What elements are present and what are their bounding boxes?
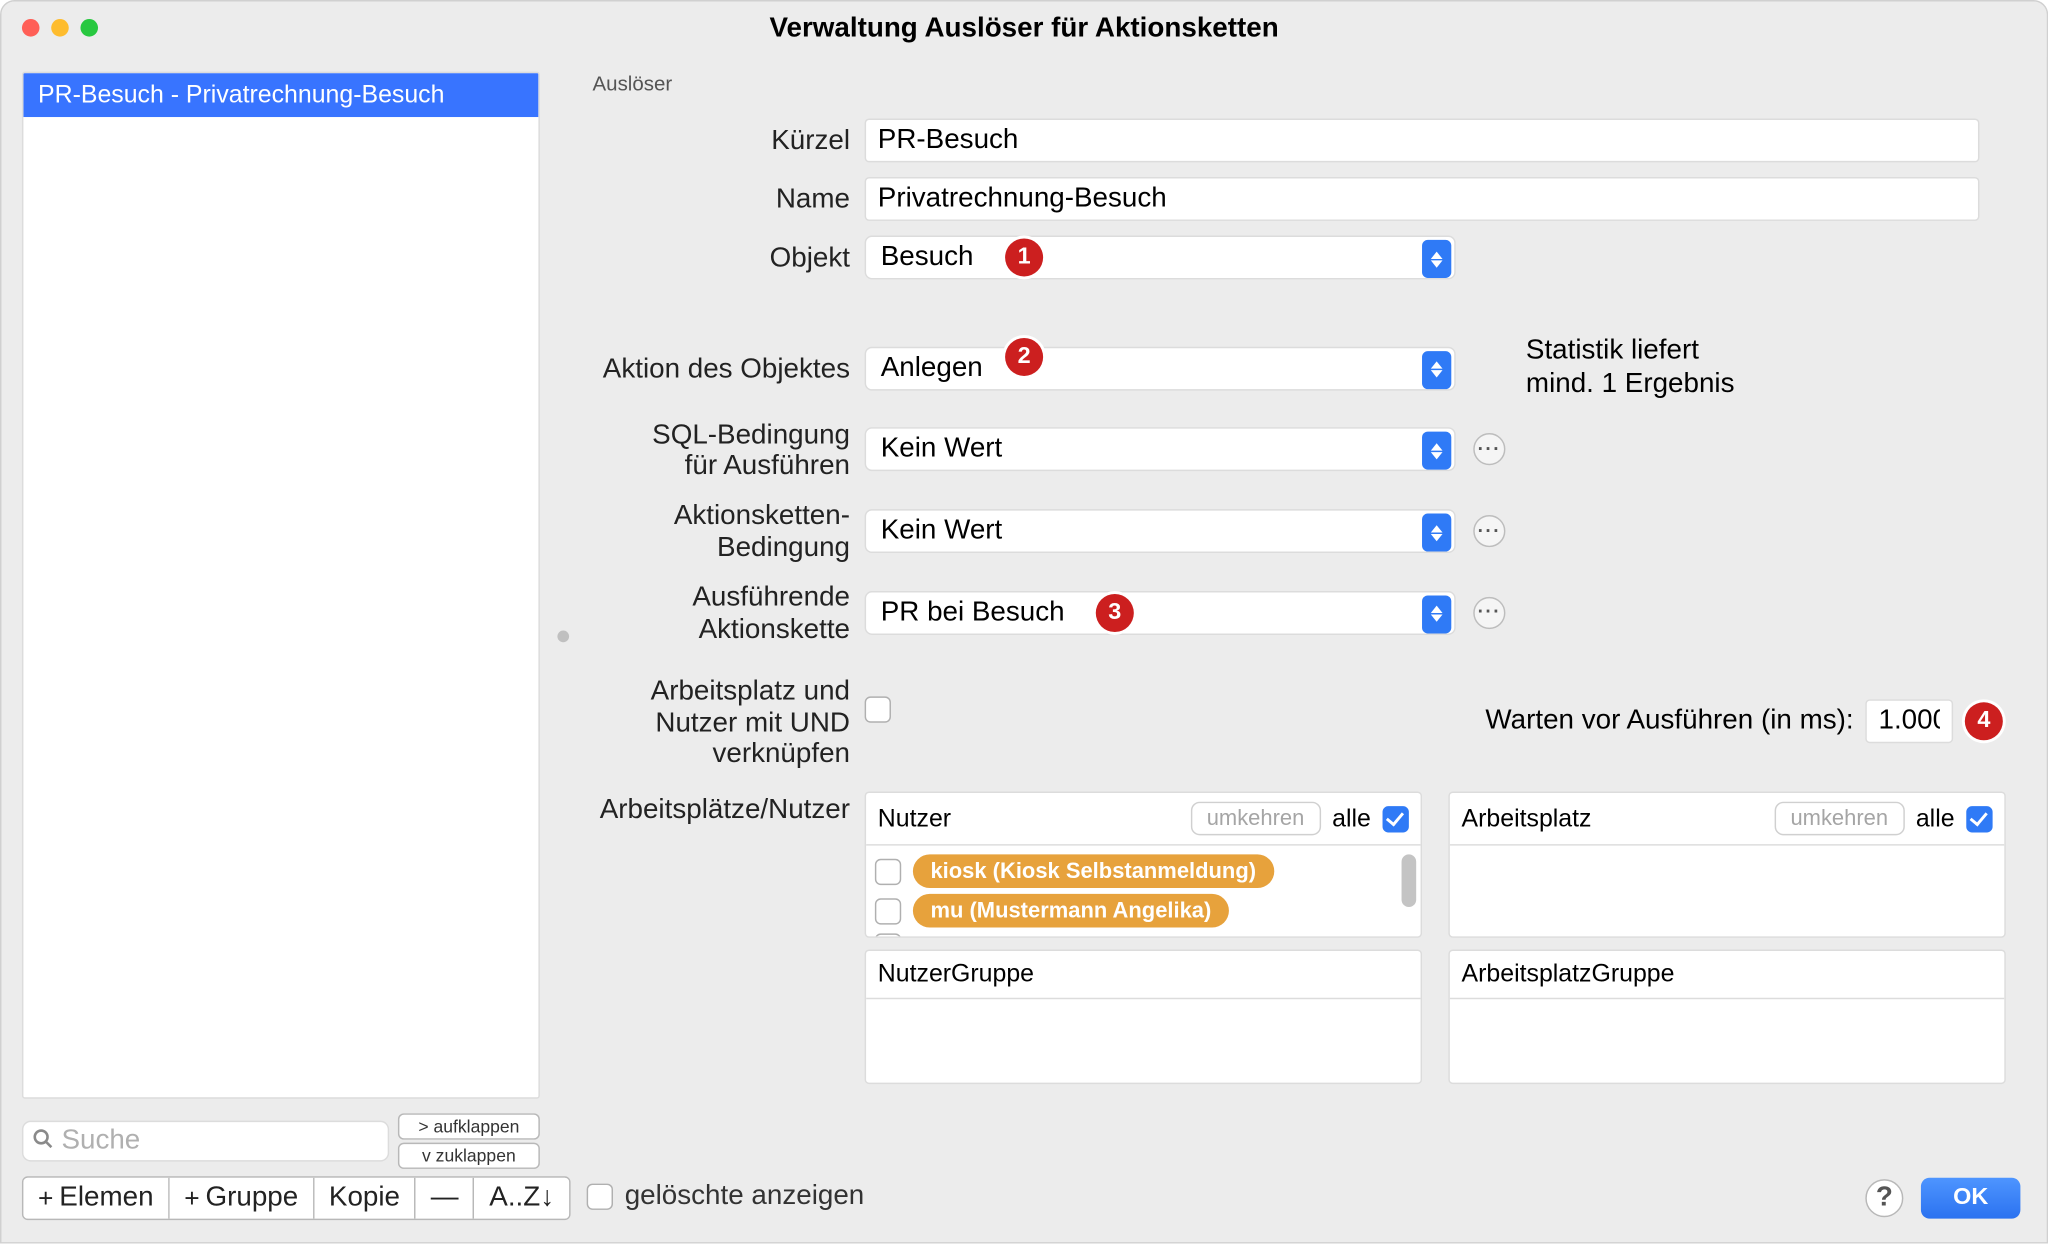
arbeitsplatz-body[interactable] [1450, 846, 2004, 938]
nutzer-all-label: alle [1332, 804, 1371, 833]
label-objekt: Objekt [598, 240, 864, 275]
tree-list[interactable]: PR-Besuch - Privatrechnung-Besuch [22, 72, 540, 1099]
label-ausf: Ausführende Aktionskette [598, 579, 864, 646]
nutzer-gruppe-body[interactable] [866, 998, 1420, 1084]
ok-button[interactable]: OK [1921, 1178, 2020, 1219]
form-panel: Kürzel Name Objekt [587, 104, 2018, 1114]
search-input[interactable]: Suche [22, 1121, 389, 1162]
minimize-icon[interactable] [51, 19, 69, 37]
actionchain-condition-select[interactable]: Kein Wert [865, 509, 1456, 553]
search-placeholder: Suche [61, 1125, 140, 1157]
user-tag: mu (Mustermann Angelika) [913, 894, 1229, 928]
arbeitsplatz-list: Arbeitsplatz umkehren alle [1448, 792, 2005, 938]
sort-button[interactable]: A..Z↓ [475, 1178, 569, 1219]
dialog-window: Verwaltung Auslöser für Aktionsketten PR… [0, 0, 2048, 1244]
user-tag: kiosk (Kiosk Selbstanmeldung) [913, 855, 1274, 889]
wait-label: Warten vor Ausführen (in ms): [1485, 705, 1853, 737]
sql-value: Kein Wert [881, 434, 1003, 466]
item-checkbox[interactable] [875, 858, 901, 884]
kuerzel-input[interactable] [865, 119, 1980, 163]
minus-icon: — [431, 1182, 459, 1214]
arbeitsplatz-all-checkbox[interactable] [1966, 806, 1992, 832]
window-controls [22, 19, 98, 37]
label-und: Arbeitsplatz und Nutzer mit UND verknüpf… [598, 672, 864, 771]
nutzer-gruppe-list: NutzerGruppe [865, 950, 1422, 1085]
chevron-updown-icon [1422, 432, 1451, 470]
ausf-value: PR bei Besuch [881, 597, 1065, 629]
titlebar: Verwaltung Auslöser für Aktionsketten [1, 1, 2046, 57]
ausf-edit-button[interactable]: ··· [1473, 597, 1505, 629]
nutzer-title: Nutzer [878, 804, 951, 833]
label-sql: SQL-Bedingung für Ausführen [598, 416, 864, 483]
nutzer-all-checkbox[interactable] [1383, 806, 1409, 832]
window-title: Verwaltung Auslöser für Aktionsketten [769, 13, 1278, 45]
main-form: Auslöser Kürzel Name [560, 57, 2046, 1169]
show-deleted-checkbox[interactable] [587, 1184, 613, 1210]
label-kuerzel: Kürzel [598, 123, 864, 158]
objekt-value: Besuch [881, 241, 974, 273]
sidebar: PR-Besuch - Privatrechnung-Besuch Suche … [1, 57, 560, 1169]
actionchain-select[interactable]: PR bei Besuch [865, 591, 1456, 635]
objekt-select[interactable]: Besuch [865, 236, 1456, 280]
callout-badge-1: 1 [1005, 238, 1043, 276]
label-akb: Aktionsketten- Bedingung [598, 498, 864, 565]
zoom-icon[interactable] [80, 19, 98, 37]
nutzer-gruppe-title: NutzerGruppe [878, 960, 1034, 989]
sql-edit-button[interactable]: ··· [1473, 434, 1505, 466]
add-element-button[interactable]: +Elemen [23, 1178, 169, 1219]
label-ap-nutzer: Arbeitsplätze/Nutzer [598, 792, 864, 827]
stat-text: Statistik liefert mind. 1 Ergebnis [1526, 335, 1735, 402]
arbeitsplatz-all-label: alle [1916, 804, 1955, 833]
list-item[interactable]: kiosk (Kiosk Selbstanmeldung) [875, 855, 1412, 889]
section-title: Auslöser [587, 69, 2018, 104]
chevron-updown-icon [1422, 514, 1451, 552]
nutzer-list: Nutzer umkehren alle [865, 792, 1422, 938]
show-deleted-label: gelöschte anzeigen [625, 1181, 865, 1213]
callout-badge-3: 3 [1096, 594, 1134, 632]
arbeitsplatz-invert-button[interactable]: umkehren [1774, 802, 1904, 836]
akb-edit-button[interactable]: ··· [1473, 515, 1505, 547]
akb-value: Kein Wert [881, 515, 1003, 547]
collapse-all-button[interactable]: v zuklappen [398, 1143, 540, 1169]
label-aktion: Aktion des Objektes [598, 351, 864, 386]
arbeitsplatz-gruppe-body[interactable] [1450, 998, 2004, 1084]
label-name: Name [598, 182, 864, 217]
nutzer-invert-button[interactable]: umkehren [1191, 802, 1321, 836]
sql-condition-select[interactable]: Kein Wert [865, 428, 1456, 472]
scrollbar-thumb[interactable] [1402, 855, 1417, 908]
list-item[interactable]: mu (Mustermann Angelika) [875, 894, 1412, 928]
copy-button[interactable]: Kopie [314, 1178, 416, 1219]
add-group-button[interactable]: +Gruppe [170, 1178, 315, 1219]
close-icon[interactable] [22, 19, 40, 37]
help-button[interactable]: ? [1865, 1179, 1903, 1217]
remove-button[interactable]: — [416, 1178, 475, 1219]
chevron-updown-icon [1422, 240, 1451, 278]
aktion-value: Anlegen [881, 352, 983, 384]
callout-badge-4: 4 [1965, 702, 2003, 740]
und-checkbox[interactable] [865, 696, 891, 722]
item-checkbox[interactable] [875, 898, 901, 924]
aktion-select[interactable]: Anlegen [865, 346, 1456, 390]
callout-badge-2: 2 [1005, 338, 1043, 376]
chevron-updown-icon [1422, 351, 1451, 389]
bottom-toolbar: +Elemen +Gruppe Kopie — A..Z↓ gelöschte … [1, 1169, 2046, 1228]
item-checkbox[interactable] [875, 934, 901, 938]
chevron-updown-icon [1422, 595, 1451, 633]
wait-input[interactable] [1865, 699, 1953, 743]
search-icon [32, 1125, 52, 1157]
name-input[interactable] [865, 177, 1980, 221]
splitter-handle-icon[interactable] [557, 631, 569, 643]
list-item[interactable] [875, 934, 1412, 938]
arbeitsplatz-title: Arbeitsplatz [1462, 804, 1592, 833]
arbeitsplatz-gruppe-list: ArbeitsplatzGruppe [1448, 950, 2005, 1085]
tree-item-selected[interactable]: PR-Besuch - Privatrechnung-Besuch [23, 73, 538, 117]
arbeitsplatz-gruppe-title: ArbeitsplatzGruppe [1462, 960, 1675, 989]
expand-all-button[interactable]: > aufklappen [398, 1113, 540, 1139]
